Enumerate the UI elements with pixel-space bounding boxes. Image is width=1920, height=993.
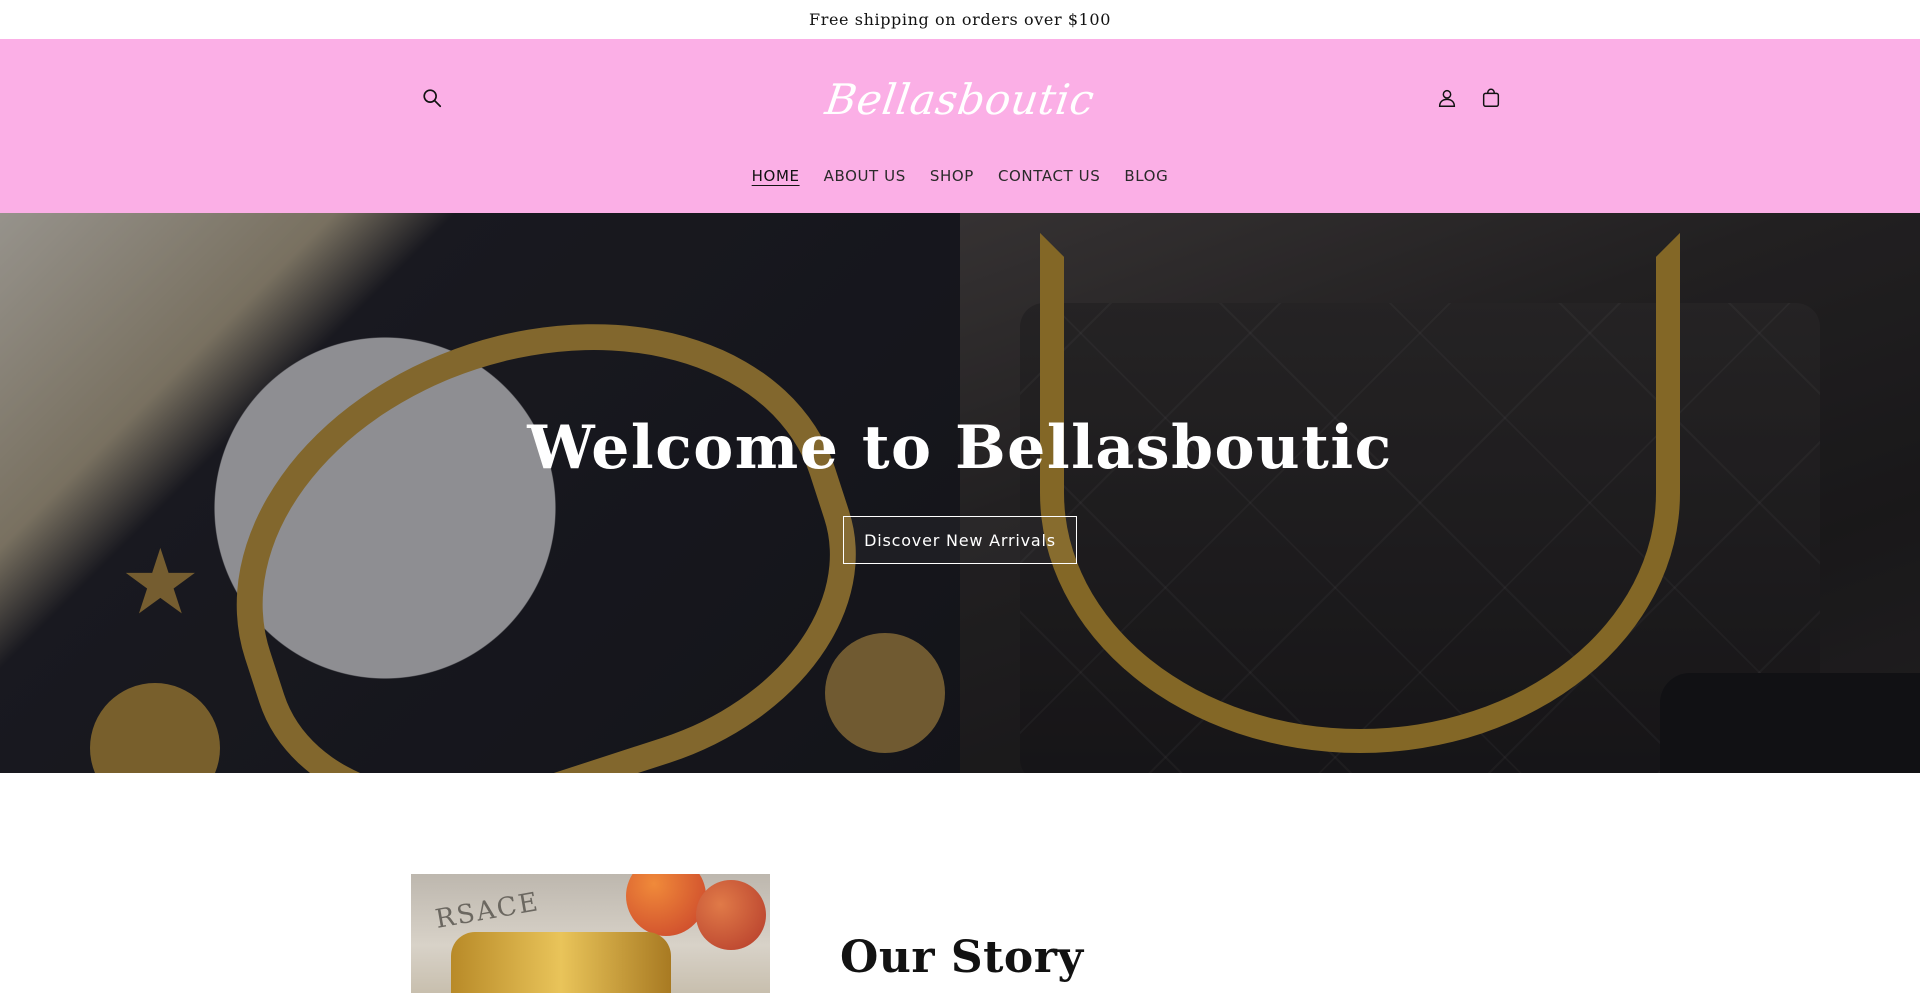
nav-item-blog[interactable]: BLOG [1112,157,1180,195]
search-icon [423,89,442,108]
hero-banner: ★ Welcome to Bellasboutic Discover New A… [0,213,1920,773]
story-image-gold-jewelry [451,932,671,993]
hero-overlay [0,213,1920,773]
nav-item-shop[interactable]: SHOP [918,157,986,195]
discover-new-arrivals-button[interactable]: Discover New Arrivals [843,516,1077,564]
account-button[interactable] [1425,76,1469,120]
cart-icon [1482,88,1500,107]
announcement-text: Free shipping on orders over $100 [809,10,1111,29]
nav-item-contact-us[interactable]: CONTACT US [986,157,1112,195]
story-image-fruit [696,880,766,950]
announcement-bar: Free shipping on orders over $100 [0,0,1920,39]
main-navigation: HOME ABOUT US SHOP CONTACT US BLOG [0,157,1920,195]
cart-button[interactable] [1469,76,1513,120]
nav-item-about-us[interactable]: ABOUT US [812,157,918,195]
search-button[interactable] [410,76,454,120]
story-image: RSACE [411,874,770,993]
account-icon [1438,89,1456,107]
story-title: Our Story [840,932,1084,983]
story-image-brand-text: RSACE [433,887,542,935]
site-logo[interactable]: Bellasboutic [806,67,1115,131]
nav-item-home[interactable]: HOME [740,157,812,195]
story-image-fruit [626,874,706,936]
site-header: Bellasboutic HOME ABOUT US SHOP CONTACT … [0,39,1920,213]
hero-title: Welcome to Bellasboutic [527,413,1393,483]
